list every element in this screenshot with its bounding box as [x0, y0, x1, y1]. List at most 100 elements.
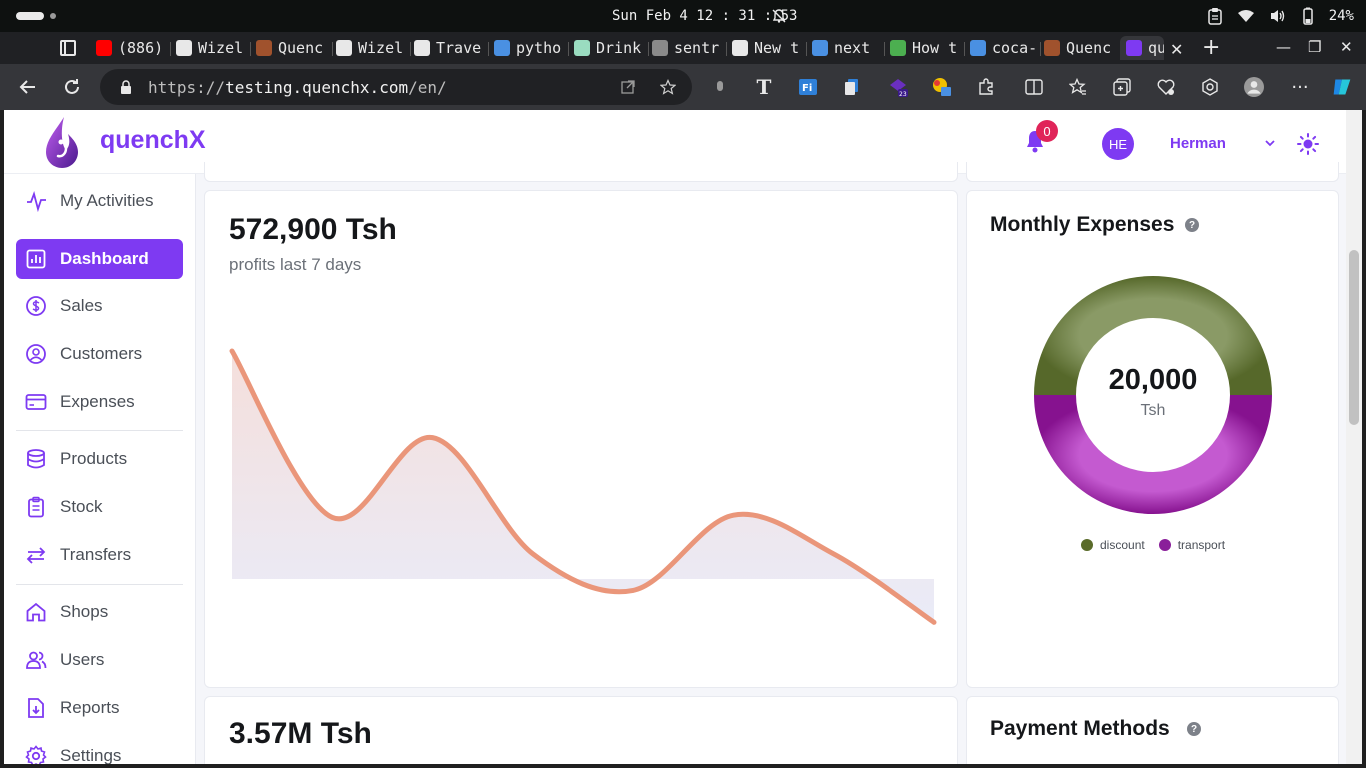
performance-icon[interactable] [1200, 77, 1220, 97]
sidebar-item-reports[interactable]: Reports [16, 688, 183, 728]
monthly-expenses-title: Monthly Expenses [990, 213, 1175, 236]
profits-series-line[interactable] [229, 348, 937, 625]
sidebar-item-stock[interactable]: Stock [16, 487, 183, 527]
copilot-icon[interactable] [1332, 77, 1352, 97]
profits-label: profits last 7 days [229, 255, 362, 274]
sidebar-item-settings[interactable]: Settings [16, 736, 183, 764]
url-text[interactable]: https://testing.quenchx.com/en/ [148, 78, 447, 97]
color-picker-extension-icon[interactable] [932, 77, 952, 97]
browser-tab[interactable]: pytho [494, 36, 564, 60]
clipboard-tray-icon[interactable] [1207, 7, 1223, 25]
profits-data-point[interactable] [530, 551, 536, 557]
browser-tab[interactable]: coca- [970, 36, 1036, 60]
legend-item-discount[interactable]: discount [1081, 538, 1145, 552]
browser-tab-label: Wizel [358, 39, 404, 57]
extension-pin-icon[interactable] [710, 77, 730, 97]
profile-icon[interactable] [1244, 77, 1264, 97]
workspace-dot[interactable] [50, 13, 56, 19]
sidebar-item-label: Customers [60, 344, 143, 363]
sidebar-item-sales[interactable]: Sales [16, 286, 183, 326]
back-arrow-icon[interactable] [18, 77, 38, 97]
workspace-indicator[interactable] [16, 12, 44, 20]
help-icon[interactable]: ? [1185, 218, 1199, 232]
sidebar-item-shops[interactable]: Shops [16, 592, 183, 632]
open-in-app-icon[interactable] [620, 79, 636, 95]
profits-data-point[interactable] [831, 551, 837, 557]
address-bar[interactable]: https://testing.quenchx.com/en/ [100, 69, 692, 105]
browser-tab[interactable]: Wizel [176, 36, 246, 60]
tab-actions-icon[interactable] [60, 40, 76, 56]
user-avatar[interactable]: HE [1102, 128, 1134, 160]
favorite-star-icon[interactable] [660, 79, 676, 95]
purple-extension-icon[interactable]: 23 [888, 77, 908, 97]
help-icon[interactable]: ? [1187, 722, 1201, 736]
sidebar-item-transfers[interactable]: Transfers [16, 535, 183, 575]
more-menu-icon[interactable]: ··· [1290, 77, 1310, 98]
page-scrollbar-thumb[interactable] [1349, 250, 1359, 425]
browser-tab[interactable]: Drink [574, 36, 644, 60]
restore-icon[interactable]: ❐ [1308, 38, 1321, 56]
system-clock[interactable]: Sun Feb 4 12 : 31 : 53 [612, 8, 797, 24]
profits-area-chart[interactable] [229, 341, 937, 641]
collections-icon[interactable] [1112, 77, 1132, 97]
user-name[interactable]: Herman [1170, 135, 1226, 152]
sidebar-item-my-activities[interactable]: My Activities [16, 181, 183, 221]
tab-separator [488, 42, 489, 56]
new-tab-icon[interactable]: + [1202, 35, 1220, 60]
search-icon [494, 40, 510, 56]
notifications-muted-icon[interactable] [771, 8, 787, 24]
web-page: quenchX 0 HE Herman My Activities Dashboa… [4, 110, 1362, 764]
reload-icon[interactable] [62, 77, 82, 97]
sidebar-item-expenses[interactable]: Expenses [16, 382, 183, 422]
browser-tab[interactable]: New t [732, 36, 802, 60]
extensions-puzzle-icon[interactable] [976, 77, 996, 97]
favorites-icon[interactable] [1068, 77, 1088, 97]
sidebar-item-users[interactable]: Users [16, 640, 183, 680]
browser-tab[interactable]: qu [1120, 36, 1164, 60]
profits-data-point[interactable] [630, 587, 636, 593]
browser-essentials-icon[interactable] [1156, 77, 1176, 97]
brand-name[interactable]: quenchX [100, 126, 206, 155]
fi-extension-icon[interactable]: Fi [798, 77, 818, 97]
browser-tab[interactable]: sentr [652, 36, 722, 60]
profits-data-point[interactable] [931, 619, 937, 625]
sidebar-item-dashboard[interactable]: Dashboard [16, 239, 183, 279]
text-extension-icon[interactable]: T [754, 75, 774, 99]
sidebar-item-customers[interactable]: Customers [16, 334, 183, 374]
browser-tab[interactable]: Quenc [1044, 36, 1110, 60]
sidebar-item-label: Settings [60, 746, 122, 764]
wifi-icon[interactable] [1237, 9, 1255, 23]
split-screen-icon[interactable] [1024, 77, 1044, 97]
browser-toolbar: https://testing.quenchx.com/en/ T Fi 23 … [0, 64, 1366, 110]
profits-data-point[interactable] [730, 512, 736, 518]
minimize-icon[interactable]: — [1276, 38, 1291, 56]
sun-theme-toggle-icon[interactable] [1297, 133, 1319, 155]
chevron-down-icon[interactable] [1264, 138, 1276, 148]
profits-data-point[interactable] [329, 514, 335, 520]
legend-item-transport[interactable]: transport [1158, 538, 1225, 552]
volume-icon[interactable] [1269, 8, 1287, 24]
profits-data-point[interactable] [430, 435, 436, 441]
activity-icon [27, 191, 46, 212]
sidebar-item-label: Products [60, 449, 128, 468]
triangle-icon [414, 40, 430, 56]
quenchx-logo-icon[interactable] [42, 116, 82, 168]
browser-tab[interactable]: Quenc [256, 36, 328, 60]
browser-tab[interactable]: Wizel [336, 36, 406, 60]
copy-extension-icon[interactable] [842, 77, 862, 97]
lock-icon[interactable] [120, 80, 132, 94]
sidebar-item-products[interactable]: Products [16, 439, 183, 479]
battery-icon[interactable] [1301, 7, 1315, 25]
close-tab-icon[interactable]: ✕ [1170, 40, 1183, 59]
browser-tab[interactable]: (886) [96, 36, 166, 60]
close-window-icon[interactable]: ✕ [1340, 38, 1353, 56]
page-scrollbar-track[interactable] [1346, 110, 1362, 764]
browser-tab[interactable]: next [812, 36, 880, 60]
browser-tab[interactable]: How t [890, 36, 960, 60]
browser-tab[interactable]: Trave [414, 36, 484, 60]
card-above-profits [204, 162, 958, 182]
tab-separator [250, 42, 251, 56]
tab-separator [806, 42, 807, 56]
browser-tab-label: (886) [118, 39, 164, 57]
profits-data-point[interactable] [229, 348, 235, 354]
